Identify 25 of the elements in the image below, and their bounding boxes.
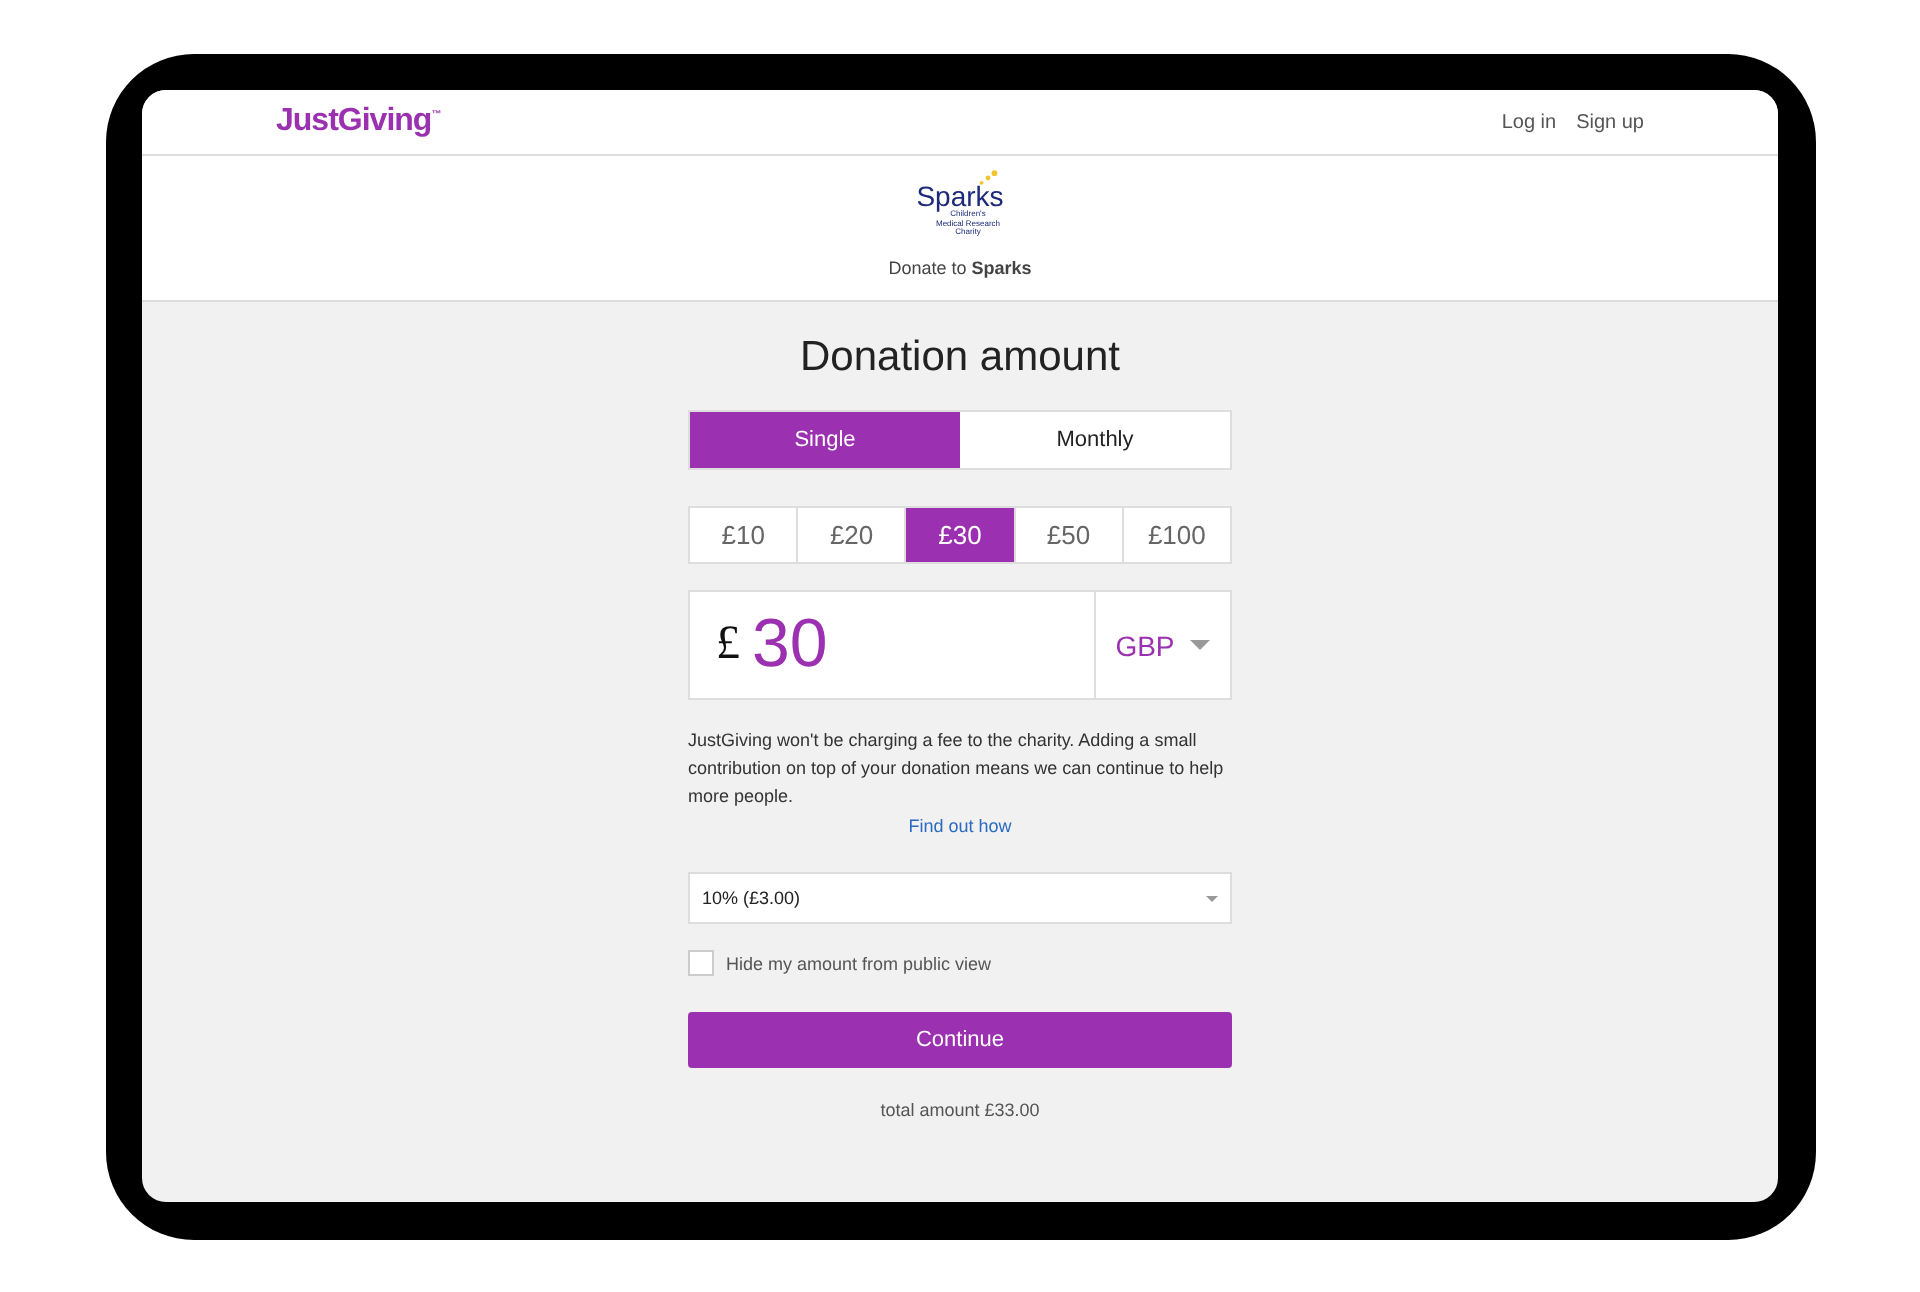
charity-logo-name: Sparks [916,182,1004,210]
info-text: JustGiving won't be charging a fee to the charity. Adding a small contribution on top of your donation means we can continue to help more people. [688,728,1226,810]
checkbox-label: Hide my amount from public view [726,953,992,973]
amount-option[interactable]: £30 [906,508,1014,562]
header-link[interactable]: Log in [1501,111,1557,133]
frequency-tab[interactable]: Single [690,412,960,468]
caret-icon [1206,895,1218,901]
logo[interactable]: JustGiving$^{™}$ [276,104,441,140]
amount-option[interactable]: £100 [1123,508,1231,562]
header-link[interactable]: Sign up [1576,111,1644,133]
amount-field[interactable]: £ 30 [690,592,1096,698]
continue-button[interactable]: Continue [688,1012,1232,1068]
amount-option[interactable]: £50 [1015,508,1122,562]
find-out-link[interactable]: Find out how [908,816,1012,836]
donate-text: Donate to Sparks [888,257,1032,277]
total-text: total amount £33.00 [878,1100,1042,1120]
page-title: Donation amount [798,334,1122,382]
caret-icon [1190,640,1211,650]
amount-option[interactable]: £20 [798,508,905,562]
checkbox[interactable] [688,950,714,976]
frequency-tab[interactable]: Monthly [960,412,1230,468]
currency-dropdown[interactable]: GBP [1096,592,1230,698]
tip-dropdown[interactable]: 10% (£3.00) [688,872,1232,924]
sparkle-icon [976,170,1000,186]
amount-option[interactable]: £10 [690,508,797,562]
